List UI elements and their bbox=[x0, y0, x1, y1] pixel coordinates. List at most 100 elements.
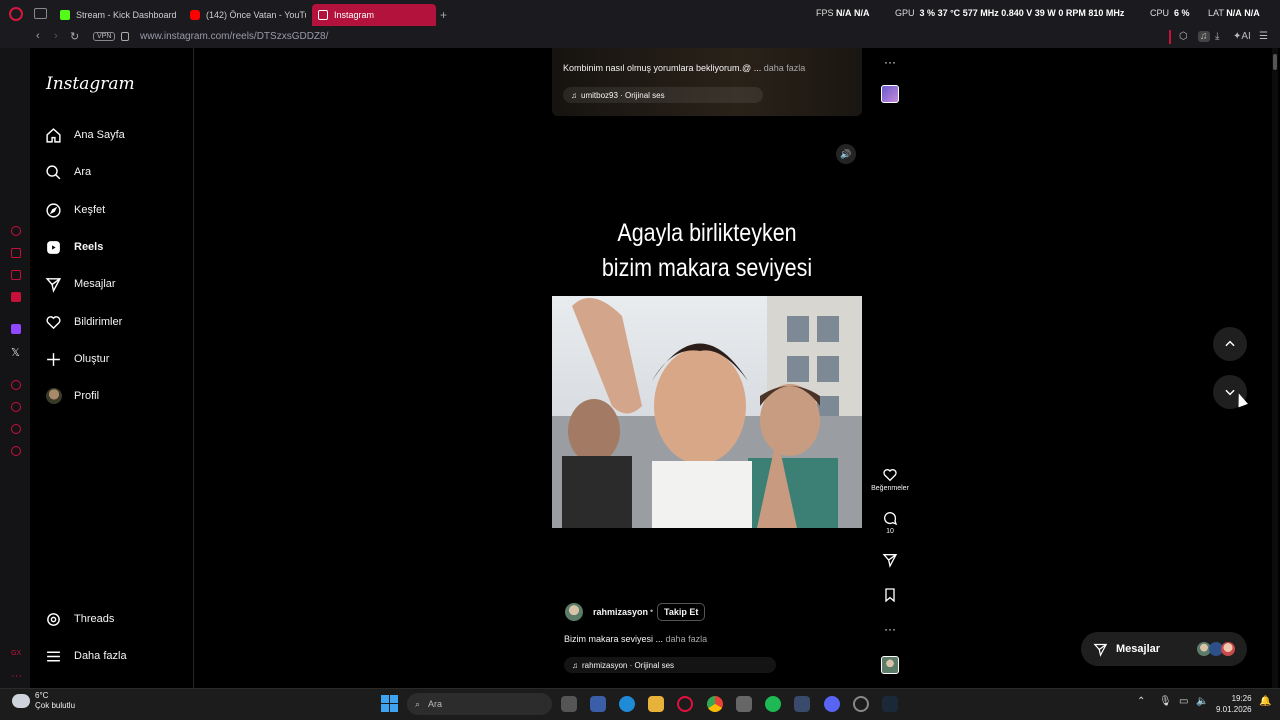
previous-reel-audio-thumbnail[interactable] bbox=[881, 85, 899, 103]
task-view-icon[interactable] bbox=[561, 696, 577, 712]
nav-profile[interactable]: Profil bbox=[45, 384, 99, 408]
stat-label: CPU bbox=[1150, 8, 1170, 18]
stat-label: GPU bbox=[895, 8, 915, 18]
tray-chevron-icon[interactable]: ⌃ bbox=[1137, 696, 1145, 707]
opera-logo[interactable] bbox=[9, 7, 23, 21]
previous-reel-more-icon[interactable]: ··· bbox=[884, 55, 896, 69]
app-icon[interactable] bbox=[853, 696, 869, 712]
back-icon[interactable]: ‹ bbox=[36, 30, 40, 42]
browser-menu-icon[interactable]: ☰ bbox=[1259, 31, 1268, 42]
nav-messages[interactable]: Mesajlar bbox=[45, 272, 116, 296]
save-button[interactable] bbox=[876, 587, 904, 605]
sidebar-clock-icon[interactable] bbox=[11, 402, 21, 412]
sidebar-chat-icon[interactable] bbox=[11, 270, 21, 280]
gx-icon[interactable]: GX bbox=[11, 650, 21, 657]
microphone-icon[interactable]: 🎙 bbox=[1159, 696, 1172, 707]
sidebar-m-icon[interactable] bbox=[11, 292, 21, 302]
forward-icon[interactable]: › bbox=[54, 30, 58, 42]
like-button[interactable]: Beğenmeler bbox=[871, 467, 909, 492]
reel-author-avatar[interactable] bbox=[565, 603, 583, 621]
aria-ai-button[interactable]: ✦AI bbox=[1233, 31, 1251, 42]
search-icon bbox=[45, 164, 62, 181]
sidebar-play-icon[interactable] bbox=[11, 380, 21, 390]
volume-icon[interactable]: 🔊 bbox=[836, 144, 856, 164]
discord-icon[interactable] bbox=[824, 696, 840, 712]
start-button[interactable] bbox=[381, 695, 398, 712]
sidebar-settings-icon[interactable] bbox=[11, 446, 21, 456]
comment-button[interactable]: 10 bbox=[876, 510, 904, 535]
chrome-icon[interactable] bbox=[707, 696, 723, 712]
extensions-icon[interactable]: ⬡ bbox=[1179, 31, 1188, 42]
reel-video-frame[interactable] bbox=[552, 296, 862, 528]
reload-icon[interactable]: ↻ bbox=[70, 30, 79, 43]
download-icon[interactable]: ⤓ bbox=[1215, 31, 1219, 42]
app-icon[interactable] bbox=[590, 696, 606, 712]
stat-value: 0 RPM bbox=[1058, 8, 1086, 18]
previous-reel[interactable]: Kombinim nasıl olmuş yorumlara bekliyoru… bbox=[552, 48, 862, 116]
weather-widget[interactable]: 6°C Çok bulutlu bbox=[12, 691, 75, 711]
tab-kick[interactable]: Stream - Kick Dashboard bbox=[54, 4, 182, 26]
nav-label: Mesajlar bbox=[74, 278, 116, 290]
previous-reel-caption[interactable]: Kombinim nasıl olmuş yorumlara bekliyoru… bbox=[563, 63, 805, 73]
caption-more-link[interactable]: daha fazla bbox=[666, 634, 708, 644]
app-icon[interactable] bbox=[794, 696, 810, 712]
reels-icon bbox=[45, 239, 62, 256]
sidebar-history-icon[interactable] bbox=[11, 226, 21, 236]
taskbar-search[interactable]: ⌕ Ara bbox=[407, 693, 552, 715]
vpn-badge[interactable]: VPN bbox=[93, 32, 116, 41]
reel-author-username[interactable]: rahmizasyon bbox=[593, 607, 648, 617]
sidebar-whatsapp-icon[interactable] bbox=[11, 424, 21, 434]
bookmark-icon bbox=[885, 588, 895, 603]
new-tab-button[interactable]: + bbox=[440, 8, 447, 22]
opera-gx-icon[interactable] bbox=[677, 696, 693, 712]
reel-caption[interactable]: Bizim makara seviyesi ... daha fazla bbox=[564, 634, 707, 644]
reel-audio-thumbnail[interactable] bbox=[881, 656, 899, 674]
nav-search[interactable]: Ara bbox=[45, 160, 91, 184]
pinned-extension-icon[interactable]: ♫ bbox=[1198, 31, 1210, 42]
share-button[interactable] bbox=[876, 552, 904, 570]
spotify-icon[interactable] bbox=[765, 696, 781, 712]
scrollbar-thumb[interactable] bbox=[1273, 54, 1277, 70]
stat-value: 577 MHz bbox=[962, 8, 999, 18]
follow-button[interactable]: Takip Et bbox=[657, 603, 706, 621]
nav-create[interactable]: Oluştur bbox=[45, 347, 109, 371]
nav-explore[interactable]: Keşfet bbox=[45, 198, 105, 222]
notification-bell-icon[interactable]: 🔔 bbox=[1259, 696, 1271, 707]
sidebar-bag-icon[interactable] bbox=[11, 248, 21, 258]
caption-more-link[interactable]: daha fazla bbox=[764, 63, 806, 73]
more-options-icon[interactable]: ··· bbox=[876, 622, 904, 636]
kick-icon bbox=[60, 10, 70, 20]
previous-reel-audio[interactable]: ♫ umitboz93 · Orijinal ses bbox=[563, 87, 763, 103]
twitch-icon[interactable] bbox=[11, 324, 21, 334]
nav-home[interactable]: Ana Sayfa bbox=[45, 123, 125, 147]
steam-icon[interactable] bbox=[882, 696, 898, 712]
edge-icon[interactable] bbox=[619, 696, 635, 712]
network-icon[interactable]: ▭ bbox=[1179, 696, 1188, 707]
x-twitter-icon[interactable]: 𝕏 bbox=[11, 346, 20, 359]
page-scrollbar[interactable] bbox=[1272, 48, 1278, 688]
nav-reels[interactable]: Reels bbox=[45, 235, 103, 259]
fps-readout: FPS N/A N/A bbox=[816, 8, 870, 18]
search-placeholder: Ara bbox=[428, 699, 443, 709]
clock[interactable]: 19:26 9.01.2026 bbox=[1216, 693, 1252, 715]
nav-label: Profil bbox=[74, 390, 100, 402]
lock-icon[interactable] bbox=[121, 32, 129, 41]
store-icon[interactable] bbox=[736, 696, 752, 712]
reel-audio[interactable]: ♫ rahmizasyon · Orijinal ses bbox=[564, 657, 776, 673]
messages-button[interactable]: Mesajlar bbox=[1081, 632, 1247, 666]
overlay-line: bizim makara seviyesi bbox=[601, 254, 813, 282]
nav-more[interactable]: Daha fazla bbox=[45, 644, 127, 668]
instagram-logo[interactable]: Instagram bbox=[46, 74, 135, 94]
nav-threads[interactable]: Threads bbox=[45, 607, 114, 631]
sidebar-more-icon[interactable]: ··· bbox=[11, 670, 22, 682]
tab-youtube[interactable]: (142) Önce Vatan - YouTube bbox=[184, 4, 306, 26]
volume-icon[interactable]: 🔈 bbox=[1196, 696, 1208, 707]
tab-instagram[interactable]: Instagram bbox=[312, 4, 436, 26]
reel-overlay-text: Agayla birlikteyken bizim makara seviyes… bbox=[574, 216, 841, 286]
url-field[interactable]: www.instagram.com/reels/DTSzxsGDDZ8/ bbox=[140, 31, 328, 42]
previous-reel-button[interactable] bbox=[1213, 327, 1247, 361]
nav-notifications[interactable]: Bildirimler bbox=[45, 310, 122, 334]
file-explorer-icon[interactable] bbox=[648, 696, 664, 712]
workspaces-icon[interactable] bbox=[34, 8, 47, 19]
opera-sidebar bbox=[0, 48, 30, 688]
